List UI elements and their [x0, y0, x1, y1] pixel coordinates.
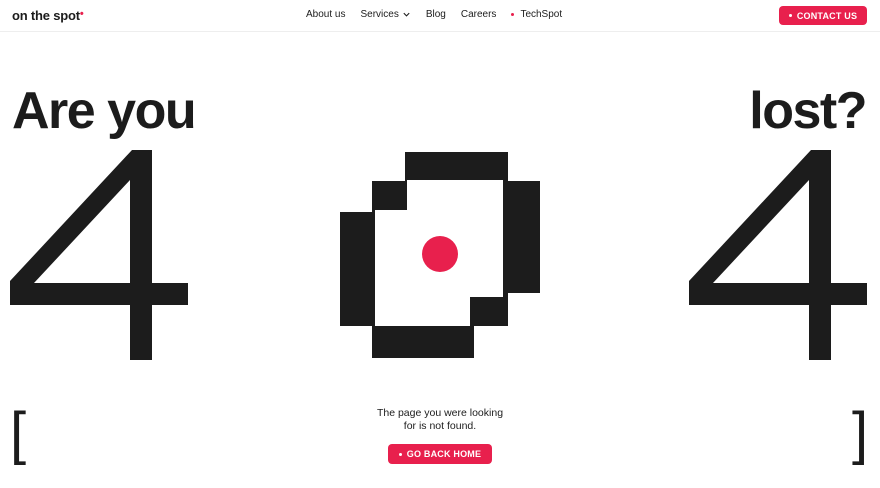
top-navigation-bar: on the spot• About us Services Blog Care…	[0, 0, 880, 32]
message-line-2: for is not found.	[403, 420, 477, 432]
contact-us-label: CONTACT US	[796, 10, 858, 21]
nav-services[interactable]: Services	[360, 9, 410, 20]
go-back-home-button[interactable]: GO BACK HOME	[388, 444, 492, 464]
logo[interactable]: on the spot•	[12, 8, 84, 23]
digit-four-right	[689, 150, 867, 360]
go-back-home-label: GO BACK HOME	[406, 449, 482, 459]
logo-text: on the spot	[12, 8, 80, 23]
nav-techspot[interactable]: TechSpot	[511, 9, 562, 20]
button-dot-icon	[398, 452, 402, 456]
nav-careers[interactable]: Careers	[461, 9, 497, 20]
chevron-down-icon	[403, 12, 410, 17]
nav-about-us[interactable]: About us	[306, 9, 345, 20]
dot-icon	[511, 13, 515, 16]
nav-techspot-label: TechSpot	[520, 9, 563, 20]
pixel-zero-icon	[340, 152, 540, 358]
digit-four-left	[10, 150, 188, 360]
not-found-message: The page you were looking for is not fou…	[340, 407, 540, 433]
red-dot-icon	[422, 236, 458, 272]
left-bracket: [	[10, 401, 27, 466]
message-line-1: The page you were looking	[376, 407, 504, 419]
button-dot-icon	[788, 14, 792, 17]
right-bracket: ]	[852, 401, 869, 466]
headline-lost: lost?	[749, 81, 867, 140]
logo-dot-icon: •	[79, 8, 84, 20]
contact-us-button[interactable]: CONTACT US	[779, 6, 867, 25]
nav-services-label: Services	[360, 9, 399, 20]
nav-blog[interactable]: Blog	[426, 9, 446, 20]
main-nav: About us Services Blog Careers TechSpot	[306, 9, 562, 20]
headline-are-you: Are you	[12, 81, 197, 140]
